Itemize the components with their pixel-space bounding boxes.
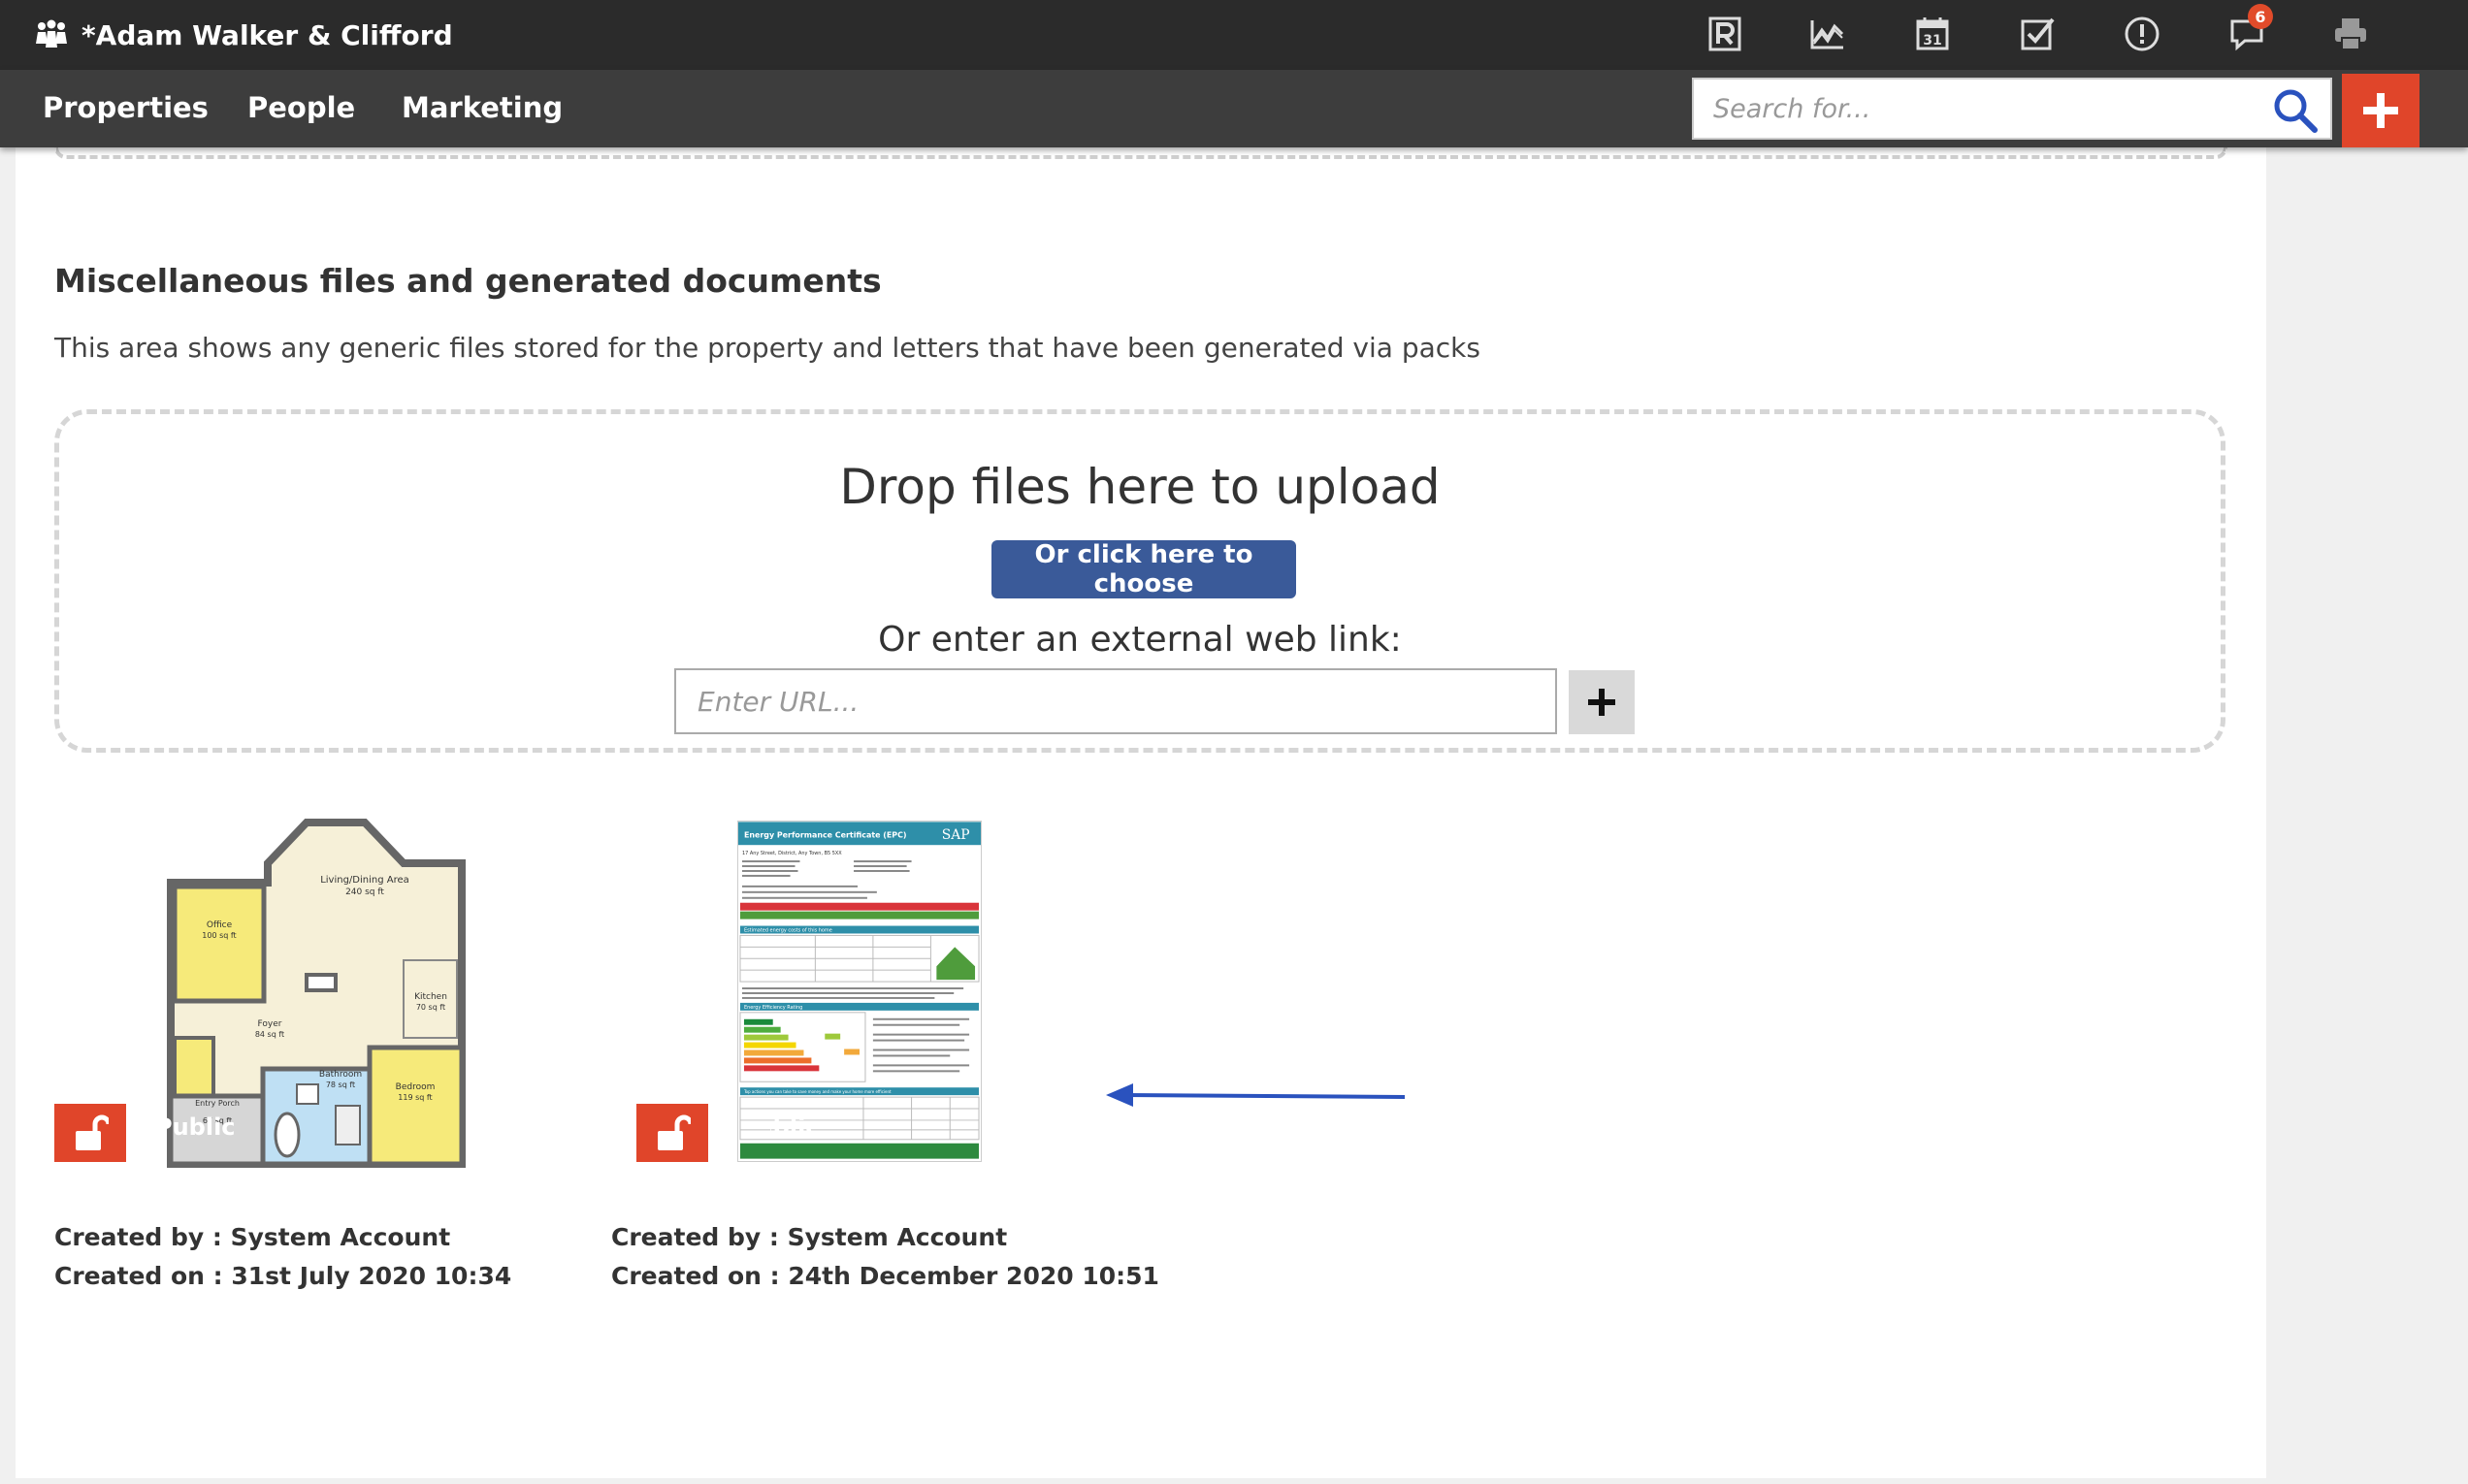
nav-marketing[interactable]: Marketing — [402, 91, 563, 124]
room-label: Living/Dining Area — [320, 875, 409, 886]
search-box — [1692, 78, 2332, 140]
unlock-icon — [76, 1114, 109, 1150]
epc-section: Top actions you can take to save money a… — [743, 1089, 892, 1094]
section-description: This area shows any generic files stored… — [54, 332, 1480, 364]
room-label: Entry Porch — [195, 1099, 240, 1108]
nav-properties[interactable]: Properties — [43, 91, 209, 124]
room-area: 78 sq ft — [326, 1081, 355, 1089]
created-on: Created on : 31st July 2020 10:34 — [54, 1262, 512, 1290]
file-meta: Created by : System Account Created on :… — [611, 1218, 1159, 1296]
messages-icon[interactable]: 6 — [2223, 4, 2273, 58]
svg-text:31: 31 — [1923, 33, 1941, 48]
plus-icon — [1588, 689, 1615, 716]
visibility-lock-button[interactable] — [54, 1104, 126, 1162]
rightmove-r-icon[interactable] — [1701, 10, 1749, 58]
task-checkbox-icon[interactable] — [2013, 10, 2062, 58]
file-meta: Created by : System Account Created on :… — [54, 1218, 511, 1296]
created-by: Created by : System Account — [611, 1223, 1008, 1251]
visibility-label: Public — [155, 1113, 236, 1141]
epc-document-image: Energy Performance Certificate (EPC) SAP… — [738, 822, 981, 1161]
file-dropzone[interactable]: Drop files here to upload Or click here … — [54, 409, 2225, 753]
epc-address: 17 Any Street, District, Any Town, B5 5X… — [742, 851, 842, 856]
people-group-icon — [36, 19, 67, 48]
agency-brand[interactable]: *Adam Walker & Clifford — [33, 14, 453, 56]
file-card-epc: Energy Performance Certificate (EPC) SAP… — [611, 807, 1159, 1437]
room-area: 119 sq ft — [398, 1093, 432, 1102]
add-url-button[interactable] — [1569, 670, 1635, 734]
unlock-icon — [658, 1114, 691, 1150]
room-area: 84 sq ft — [255, 1030, 284, 1039]
search-icon[interactable] — [2272, 87, 2319, 134]
top-bar: *Adam Walker & Clifford 31 6 — [0, 0, 2468, 70]
created-on: Created on : 24th December 2020 10:51 — [611, 1262, 1159, 1290]
search-input[interactable] — [1694, 80, 2257, 138]
visibility-lock-button[interactable] — [636, 1104, 708, 1162]
room-area: 240 sq ft — [345, 887, 384, 897]
notification-badge: 6 — [2248, 4, 2273, 29]
previous-dropzone-edge — [54, 147, 2227, 159]
annotation-arrow — [1106, 1083, 1406, 1107]
quick-add-button[interactable] — [2342, 74, 2419, 147]
agency-name: *Adam Walker & Clifford — [81, 18, 453, 51]
epc-section: Estimated energy costs of this home — [744, 927, 832, 933]
room-label: Bathroom — [319, 1070, 362, 1080]
epc-thumbnail[interactable]: Energy Performance Certificate (EPC) SAP… — [737, 821, 982, 1162]
room-label: Office — [207, 920, 233, 930]
calendar-icon[interactable]: 31 — [1908, 10, 1957, 58]
epc-title: Energy Performance Certificate (EPC) — [744, 830, 907, 839]
content-panel: Miscellaneous files and generated docume… — [16, 147, 2266, 1478]
section-title: Miscellaneous files and generated docume… — [54, 262, 882, 300]
created-by: Created by : System Account — [54, 1223, 451, 1251]
room-label: Bedroom — [396, 1082, 436, 1092]
plus-icon — [2363, 93, 2398, 128]
sap-logo: SAP — [942, 827, 970, 843]
url-input[interactable] — [674, 668, 1557, 734]
room-area: 100 sq ft — [202, 931, 236, 940]
choose-file-button[interactable]: Or click here to choose — [991, 540, 1296, 598]
room-area: 70 sq ft — [416, 1003, 445, 1012]
epc-section: Energy Efficiency Rating — [744, 1005, 802, 1011]
room-label: Foyer — [258, 1019, 282, 1029]
alert-icon[interactable] — [2118, 10, 2166, 58]
external-link-label: Or enter an external web link: — [878, 620, 1402, 660]
drop-files-text: Drop files here to upload — [839, 459, 1441, 515]
line-chart-icon[interactable] — [1803, 10, 1852, 58]
room-label: Kitchen — [414, 992, 447, 1002]
nav-people[interactable]: People — [247, 91, 355, 124]
printer-icon[interactable] — [2326, 10, 2375, 58]
file-card-floorplan: Living/Dining Area 240 sq ft Office 100 … — [54, 807, 539, 1437]
